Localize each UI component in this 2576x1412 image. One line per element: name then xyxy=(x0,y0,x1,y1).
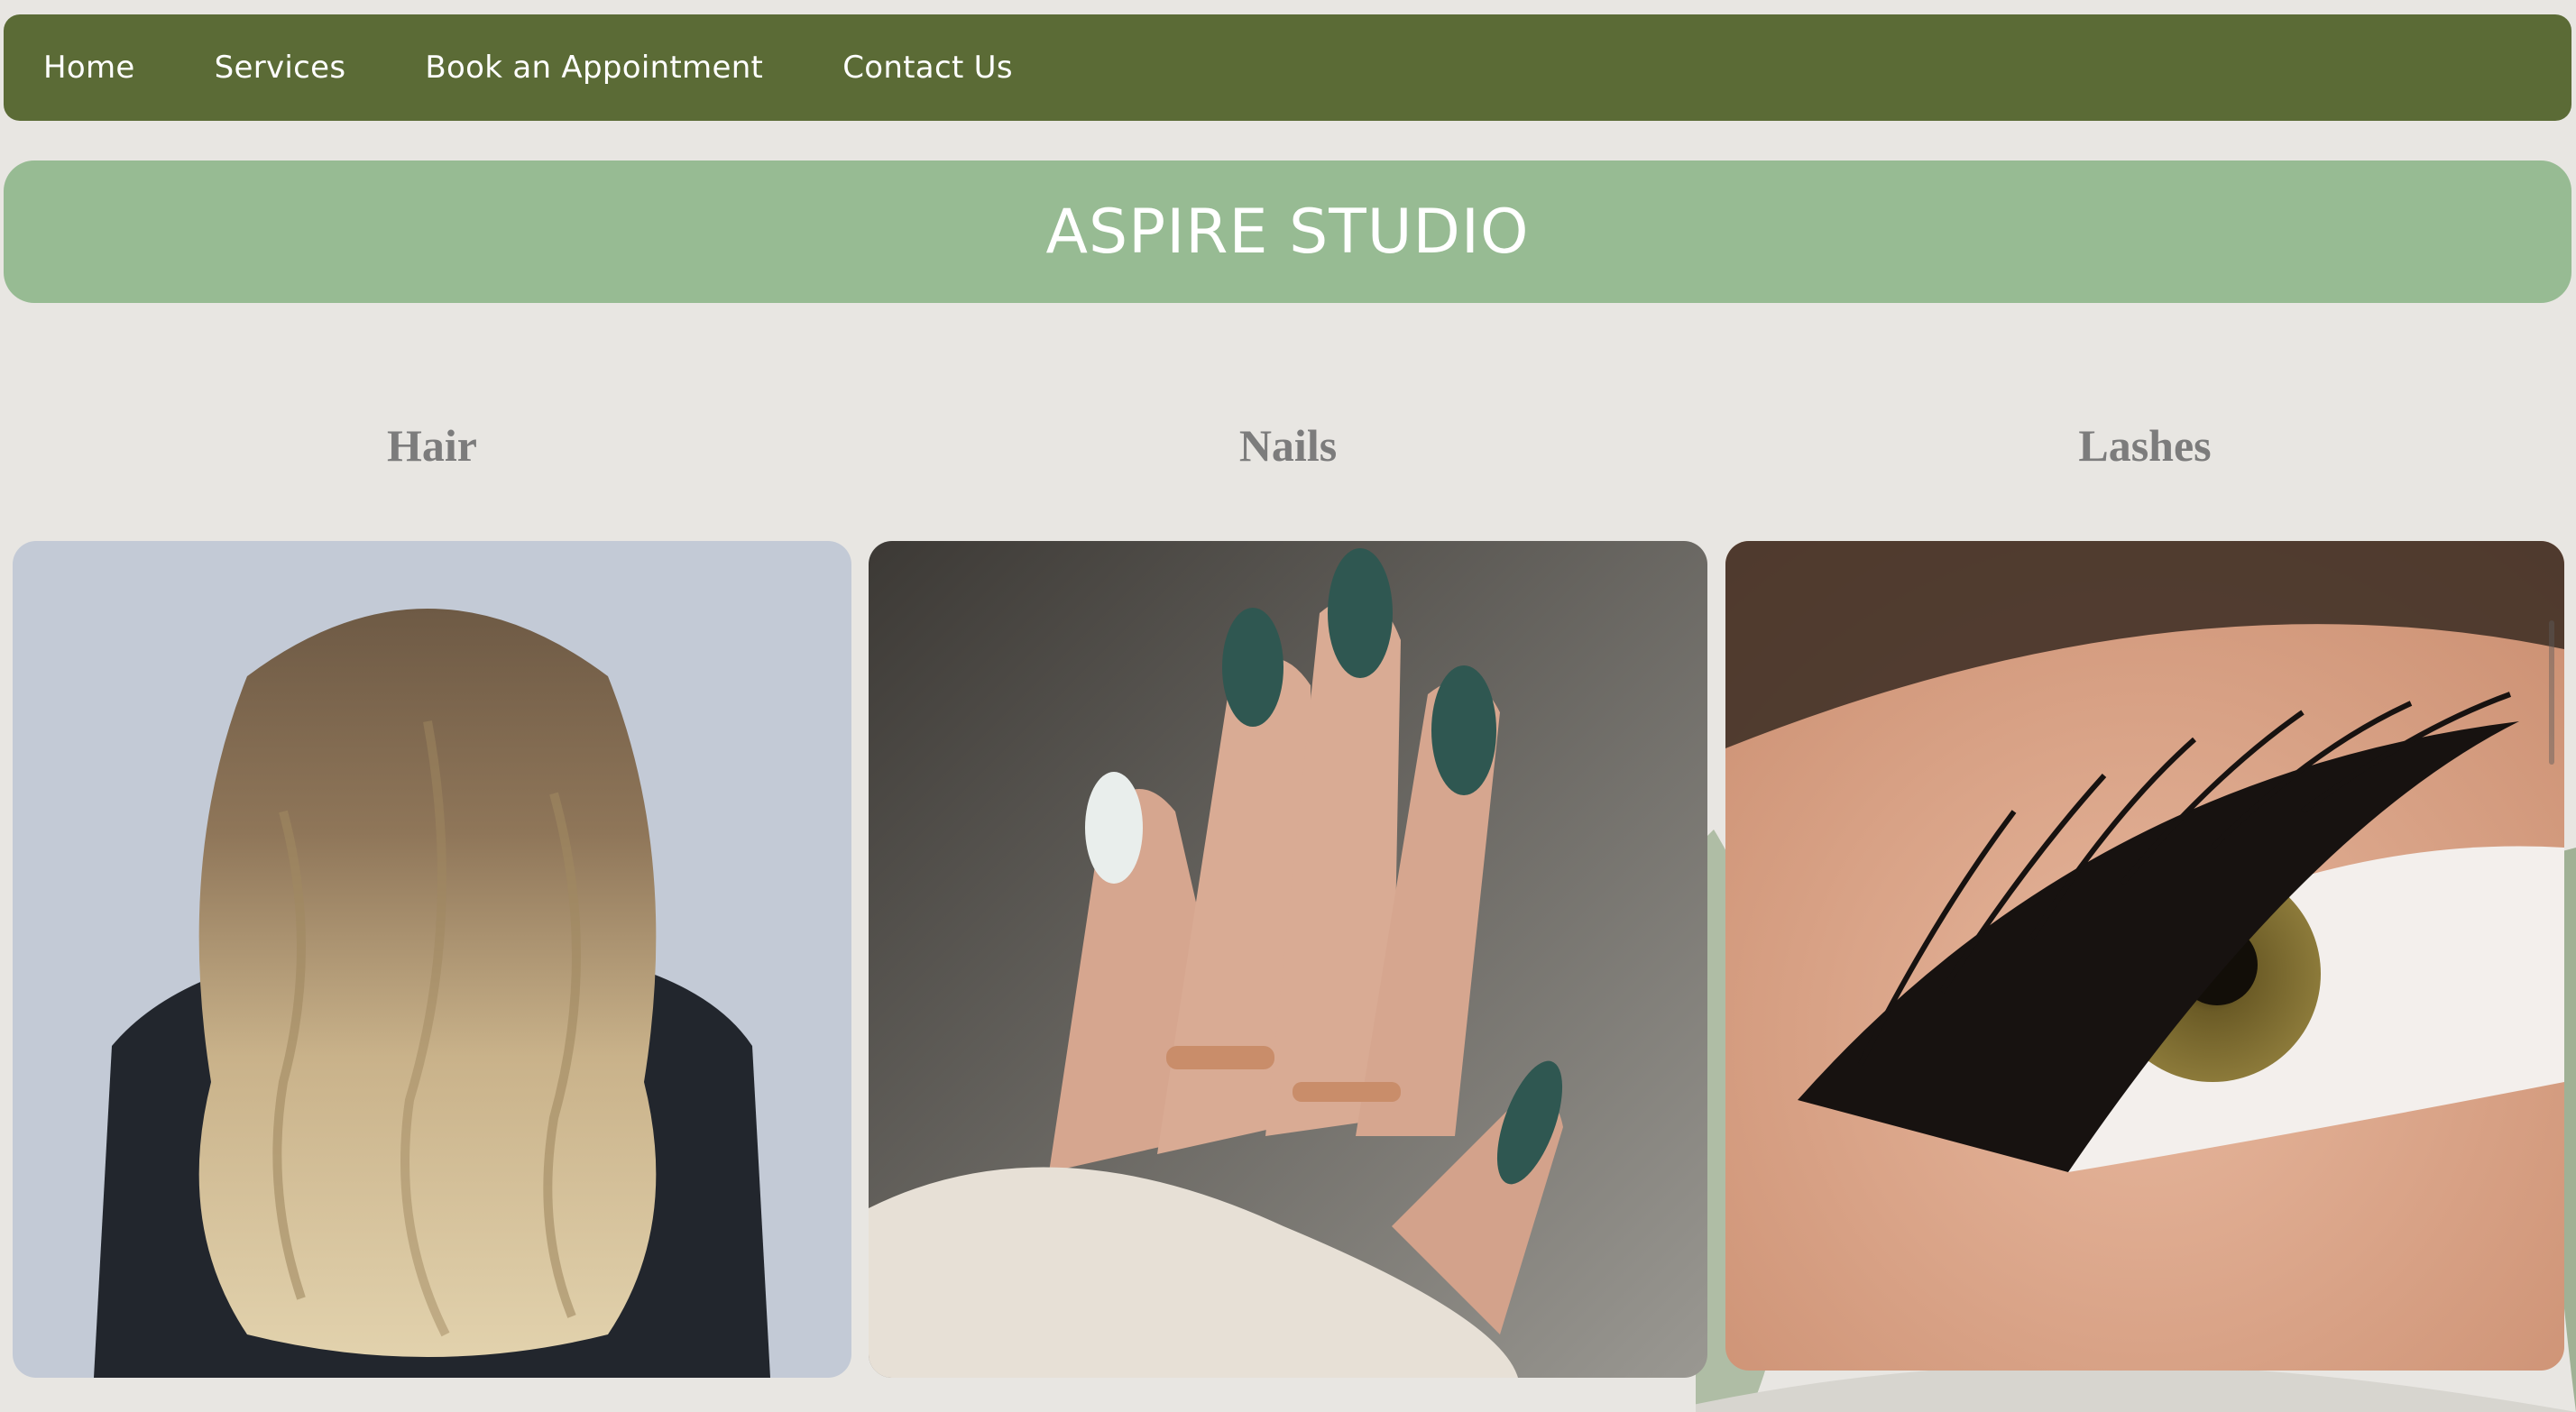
nails-heading: Nails xyxy=(1238,420,1338,471)
nails-image[interactable] xyxy=(869,541,1707,1378)
nav-services-link[interactable]: Services xyxy=(215,50,346,86)
studio-title: ASPIRE STUDIO xyxy=(1045,196,1530,268)
lashes-heading: Lashes xyxy=(2078,420,2212,471)
studio-banner: ASPIRE STUDIO xyxy=(4,160,2571,303)
scrollbar-thumb[interactable] xyxy=(2549,620,2554,765)
hair-heading: Hair xyxy=(387,420,477,471)
lashes-image[interactable] xyxy=(1725,541,2564,1371)
nav-book-appointment-link[interactable]: Book an Appointment xyxy=(425,50,763,86)
nav-home-link[interactable]: Home xyxy=(43,50,135,86)
hair-image[interactable] xyxy=(13,541,851,1378)
nav-contact-link[interactable]: Contact Us xyxy=(842,50,1013,86)
top-nav: Home Services Book an Appointment Contac… xyxy=(4,14,2571,121)
